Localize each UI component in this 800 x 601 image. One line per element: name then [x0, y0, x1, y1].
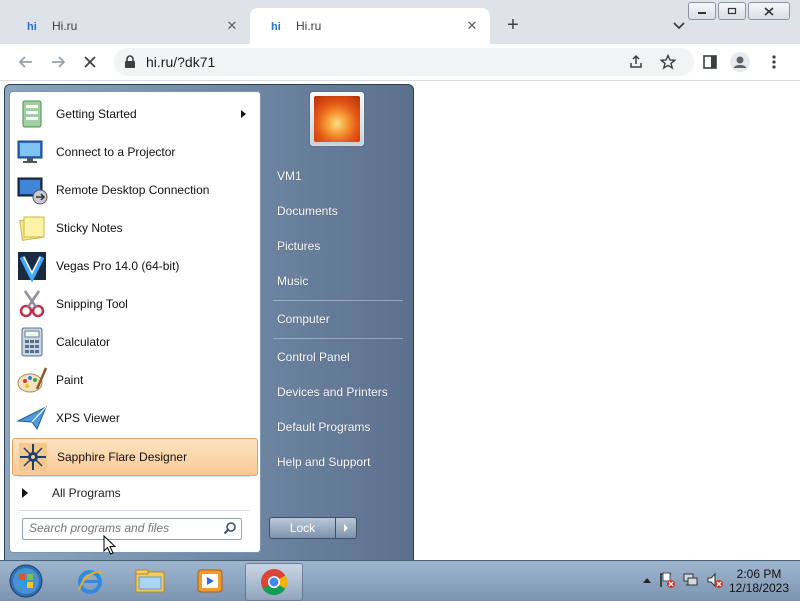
restore-icon[interactable] — [718, 2, 746, 20]
show-hidden-icons-icon[interactable] — [642, 576, 652, 584]
link-pictures[interactable]: Pictures — [277, 239, 320, 253]
tab-close-icon[interactable]: ✕ — [464, 18, 480, 34]
link-music[interactable]: Music — [277, 274, 308, 288]
link-control-panel[interactable]: Control Panel — [277, 350, 350, 364]
start-search-box[interactable] — [22, 518, 242, 540]
separator — [18, 476, 250, 477]
window-controls — [688, 2, 790, 20]
program-snipping-tool[interactable]: Snipping Tool — [12, 286, 256, 322]
sapphire-flare-icon — [19, 443, 47, 471]
separator — [273, 338, 403, 339]
program-sticky-notes[interactable]: Sticky Notes — [12, 210, 256, 246]
network-icon[interactable] — [682, 571, 700, 589]
lock-button[interactable]: Lock — [269, 517, 357, 539]
browser-menu-icon[interactable] — [764, 52, 784, 72]
mouse-cursor-icon — [103, 535, 117, 555]
lock-button-label: Lock — [289, 521, 316, 535]
user-account-picture[interactable] — [309, 91, 365, 147]
share-icon[interactable] — [628, 54, 644, 70]
taskbar-internet-explorer[interactable] — [62, 563, 118, 599]
separator — [273, 300, 403, 301]
clock-date: 12/18/2023 — [728, 581, 790, 595]
program-paint[interactable]: Paint — [12, 362, 256, 398]
link-computer[interactable]: Computer — [277, 312, 330, 326]
lock-icon[interactable] — [124, 55, 136, 69]
start-menu: Getting Started Connect to a Projector R… — [4, 84, 414, 562]
url-text: hi.ru/?dk71 — [146, 54, 216, 70]
link-default-programs[interactable]: Default Programs — [277, 420, 370, 434]
new-tab-button[interactable]: + — [502, 14, 524, 36]
side-panel-icon[interactable] — [700, 52, 720, 72]
program-getting-started[interactable]: Getting Started — [12, 96, 256, 132]
calculator-icon — [21, 327, 43, 357]
start-menu-programs-pane: Getting Started Connect to a Projector R… — [9, 91, 261, 553]
tab-title: Hi.ru — [52, 19, 78, 33]
taskbar-media-player[interactable] — [182, 563, 238, 599]
program-sapphire-flare-designer[interactable]: Sapphire Flare Designer — [12, 438, 258, 476]
paint-icon — [17, 367, 48, 393]
projector-icon — [17, 140, 43, 163]
svg-text:hi: hi — [27, 21, 37, 33]
tab-search-chevron-icon[interactable] — [668, 14, 690, 36]
power-options-arrow-icon[interactable] — [335, 518, 356, 538]
sticky-notes-icon — [19, 216, 45, 241]
back-icon[interactable] — [16, 52, 36, 72]
xps-viewer-icon — [16, 405, 47, 431]
media-player-icon — [197, 569, 223, 593]
bookmark-star-icon[interactable] — [660, 54, 676, 70]
close-window-icon[interactable] — [748, 2, 790, 20]
system-tray — [642, 571, 724, 589]
snipping-tool-icon — [19, 290, 45, 318]
program-vegas-pro[interactable]: Vegas Pro 14.0 (64-bit) — [12, 248, 256, 284]
volume-muted-icon[interactable] — [706, 571, 724, 589]
address-bar[interactable]: hi.ru/?dk71 — [114, 48, 694, 76]
tab-hiru-2[interactable]: hi Hi.ru ✕ — [250, 8, 490, 44]
separator — [18, 510, 250, 511]
hiru-favicon-icon: hi — [27, 21, 37, 33]
clock-time: 2:06 PM — [736, 567, 782, 581]
start-orb-icon[interactable] — [6, 562, 46, 600]
all-programs-button[interactable]: All Programs — [12, 480, 256, 506]
hiru-favicon-icon: hi — [271, 21, 281, 33]
forward-icon[interactable] — [48, 52, 68, 72]
all-programs-arrow-icon — [22, 488, 28, 498]
taskbar: 2:06 PM 12/18/2023 — [0, 560, 800, 601]
search-icon[interactable] — [223, 521, 237, 535]
taskbar-chrome[interactable] — [245, 563, 303, 601]
program-remote-desktop[interactable]: Remote Desktop Connection — [12, 172, 256, 208]
chrome-icon — [261, 569, 288, 596]
link-documents[interactable]: Documents — [277, 204, 338, 218]
link-devices-printers[interactable]: Devices and Printers — [277, 385, 388, 399]
submenu-arrow-icon — [241, 110, 246, 118]
tab-close-icon[interactable]: ✕ — [224, 18, 240, 34]
taskbar-clock[interactable]: 2:06 PM 12/18/2023 — [724, 567, 794, 595]
tab-hiru-1[interactable]: hi Hi.ru ✕ — [6, 8, 250, 44]
profile-avatar-icon[interactable] — [730, 52, 750, 72]
search-input[interactable] — [29, 520, 219, 536]
taskbar-file-explorer[interactable] — [122, 563, 178, 599]
tab-strip: hi Hi.ru ✕ hi Hi.ru ✕ + — [0, 0, 800, 44]
program-xps-viewer[interactable]: XPS Viewer — [12, 400, 256, 436]
vegas-pro-icon — [18, 252, 46, 283]
getting-started-icon — [22, 100, 42, 128]
flower-photo — [314, 96, 360, 142]
file-explorer-icon — [135, 569, 165, 593]
remote-desktop-icon — [17, 177, 48, 205]
tab-title: Hi.ru — [296, 19, 322, 33]
internet-explorer-icon — [78, 570, 103, 594]
program-connect-projector[interactable]: Connect to a Projector — [12, 134, 256, 170]
program-calculator[interactable]: Calculator — [12, 324, 256, 360]
minimize-icon[interactable] — [688, 2, 716, 20]
action-center-icon[interactable] — [658, 571, 676, 589]
svg-text:hi: hi — [271, 21, 281, 33]
link-vm1[interactable]: VM1 — [277, 169, 302, 183]
link-help-support[interactable]: Help and Support — [277, 455, 370, 469]
browser-toolbar: hi.ru/?dk71 — [0, 44, 800, 81]
stop-loading-icon[interactable] — [80, 52, 100, 72]
